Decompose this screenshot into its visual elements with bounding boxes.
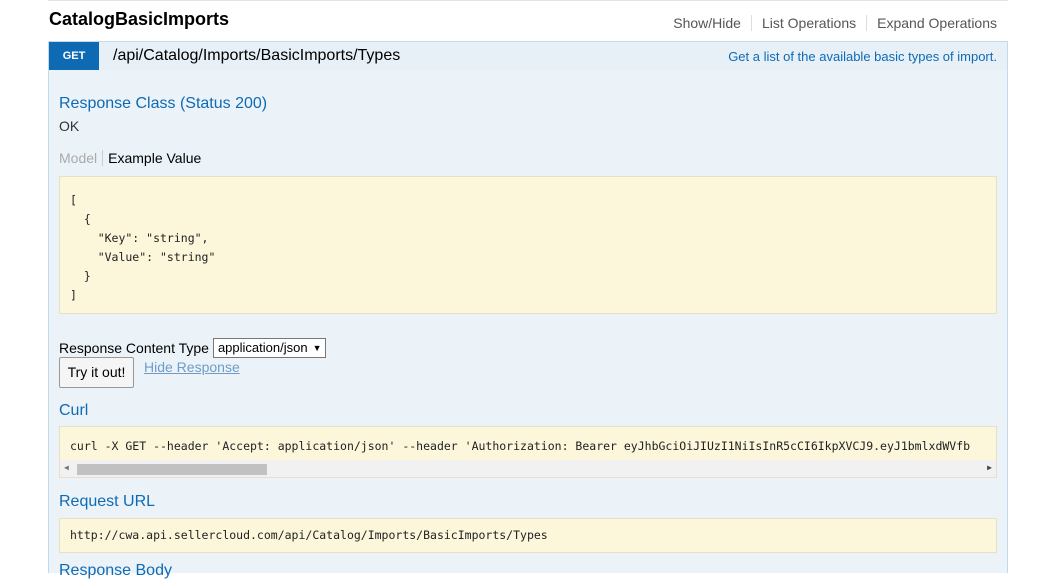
response-content-type: Response Content Type application/json ▼ bbox=[59, 338, 326, 358]
chevron-down-icon: ▼ bbox=[312, 343, 322, 353]
tab-model[interactable]: Model bbox=[59, 150, 104, 166]
list-operations-link[interactable]: List Operations bbox=[752, 15, 868, 31]
request-url-value: http://cwa.api.sellercloud.com/api/Catal… bbox=[70, 528, 548, 542]
operation-heading[interactable]: GET /api/Catalog/Imports/BasicImports/Ty… bbox=[48, 41, 1008, 71]
hide-response-link[interactable]: Hide Response bbox=[144, 359, 240, 375]
horizontal-scrollbar[interactable]: ◀ ▶ bbox=[60, 460, 996, 477]
show-hide-link[interactable]: Show/Hide bbox=[663, 15, 752, 31]
curl-box[interactable]: curl -X GET --header 'Accept: applicatio… bbox=[59, 426, 997, 478]
scrollbar-thumb[interactable] bbox=[77, 464, 267, 475]
request-url-box[interactable]: http://cwa.api.sellercloud.com/api/Catal… bbox=[59, 518, 997, 553]
curl-title: Curl bbox=[59, 402, 89, 419]
resource-section: CatalogBasicImports Show/Hide List Opera… bbox=[48, 0, 1008, 579]
example-value-code: [ { "Key": "string", "Value": "string" }… bbox=[70, 193, 216, 302]
operation-summary[interactable]: Get a list of the available basic types … bbox=[728, 49, 997, 64]
expand-operations-link[interactable]: Expand Operations bbox=[867, 15, 997, 31]
response-class-title: Response Class (Status 200) bbox=[59, 95, 268, 112]
scroll-right-icon[interactable]: ▶ bbox=[987, 463, 992, 472]
resource-operations: Show/Hide List Operations Expand Operati… bbox=[663, 15, 997, 31]
try-it-out-button[interactable]: Try it out! bbox=[59, 357, 134, 388]
curl-command: curl -X GET --header 'Accept: applicatio… bbox=[70, 439, 971, 453]
example-value-box[interactable]: [ { "Key": "string", "Value": "string" }… bbox=[59, 176, 997, 314]
scroll-left-icon[interactable]: ◀ bbox=[64, 463, 69, 472]
content-type-select[interactable]: application/json ▼ bbox=[212, 338, 326, 358]
resource-header: CatalogBasicImports Show/Hide List Opera… bbox=[48, 0, 1008, 41]
operation-path[interactable]: /api/Catalog/Imports/BasicImports/Types bbox=[113, 47, 400, 65]
content-type-value: application/json bbox=[217, 340, 308, 355]
operation-content: Response Class (Status 200) OK Model Exa… bbox=[48, 70, 1008, 579]
content-type-label: Response Content Type bbox=[59, 340, 209, 356]
request-url-title: Request URL bbox=[59, 493, 156, 510]
response-body-title: Response Body bbox=[59, 562, 172, 579]
response-status-text: OK bbox=[59, 118, 80, 134]
http-method-badge[interactable]: GET bbox=[49, 42, 99, 70]
model-tabs: Model Example Value bbox=[59, 150, 201, 166]
resource-title[interactable]: CatalogBasicImports bbox=[49, 9, 229, 30]
tab-example-value[interactable]: Example Value bbox=[103, 150, 201, 166]
